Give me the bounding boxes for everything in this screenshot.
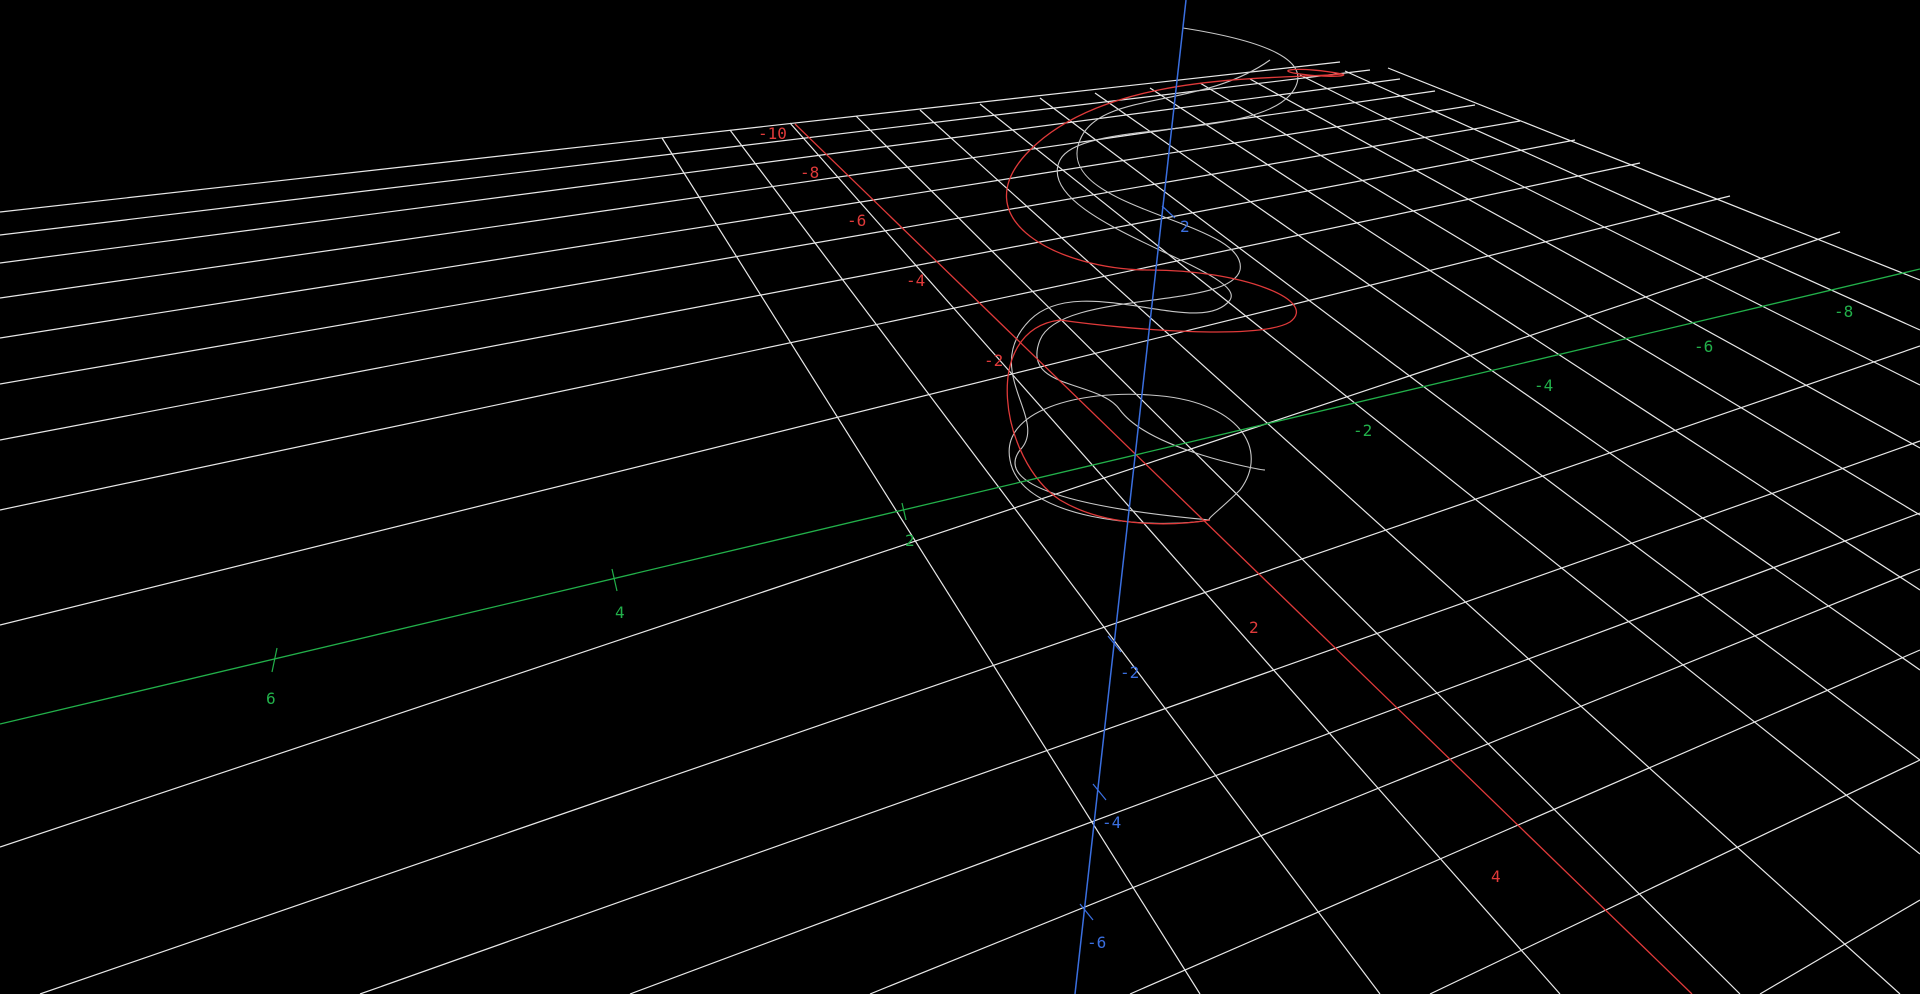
z-tick-label: 2 — [1180, 217, 1190, 236]
y-tick-label: -6 — [1694, 337, 1713, 356]
y-tick-label: 4 — [615, 603, 625, 622]
x-tick-label: -8 — [800, 163, 819, 182]
y-tick-label: -2 — [1353, 421, 1372, 440]
z-tick-label: -6 — [1087, 933, 1106, 952]
x-tick-label: -4 — [906, 271, 925, 290]
y-tick-label: -8 — [1834, 302, 1853, 321]
z-tick-label: -4 — [1102, 813, 1121, 832]
x-tick-label: -10 — [758, 124, 787, 143]
y-tick-label: 2 — [905, 531, 915, 550]
3d-graph-canvas[interactable]: -10 -8 -6 -4 -2 2 4 6 4 2 -2 -4 -6 -8 2 … — [0, 0, 1920, 994]
z-tick-label: -2 — [1120, 663, 1139, 682]
x-tick-label: 4 — [1491, 867, 1501, 886]
y-tick-label: -4 — [1534, 376, 1553, 395]
y-tick-label: 6 — [266, 689, 276, 708]
x-tick-label: -6 — [847, 211, 866, 230]
x-tick-label: -2 — [984, 351, 1003, 370]
x-tick-label: 2 — [1249, 618, 1259, 637]
